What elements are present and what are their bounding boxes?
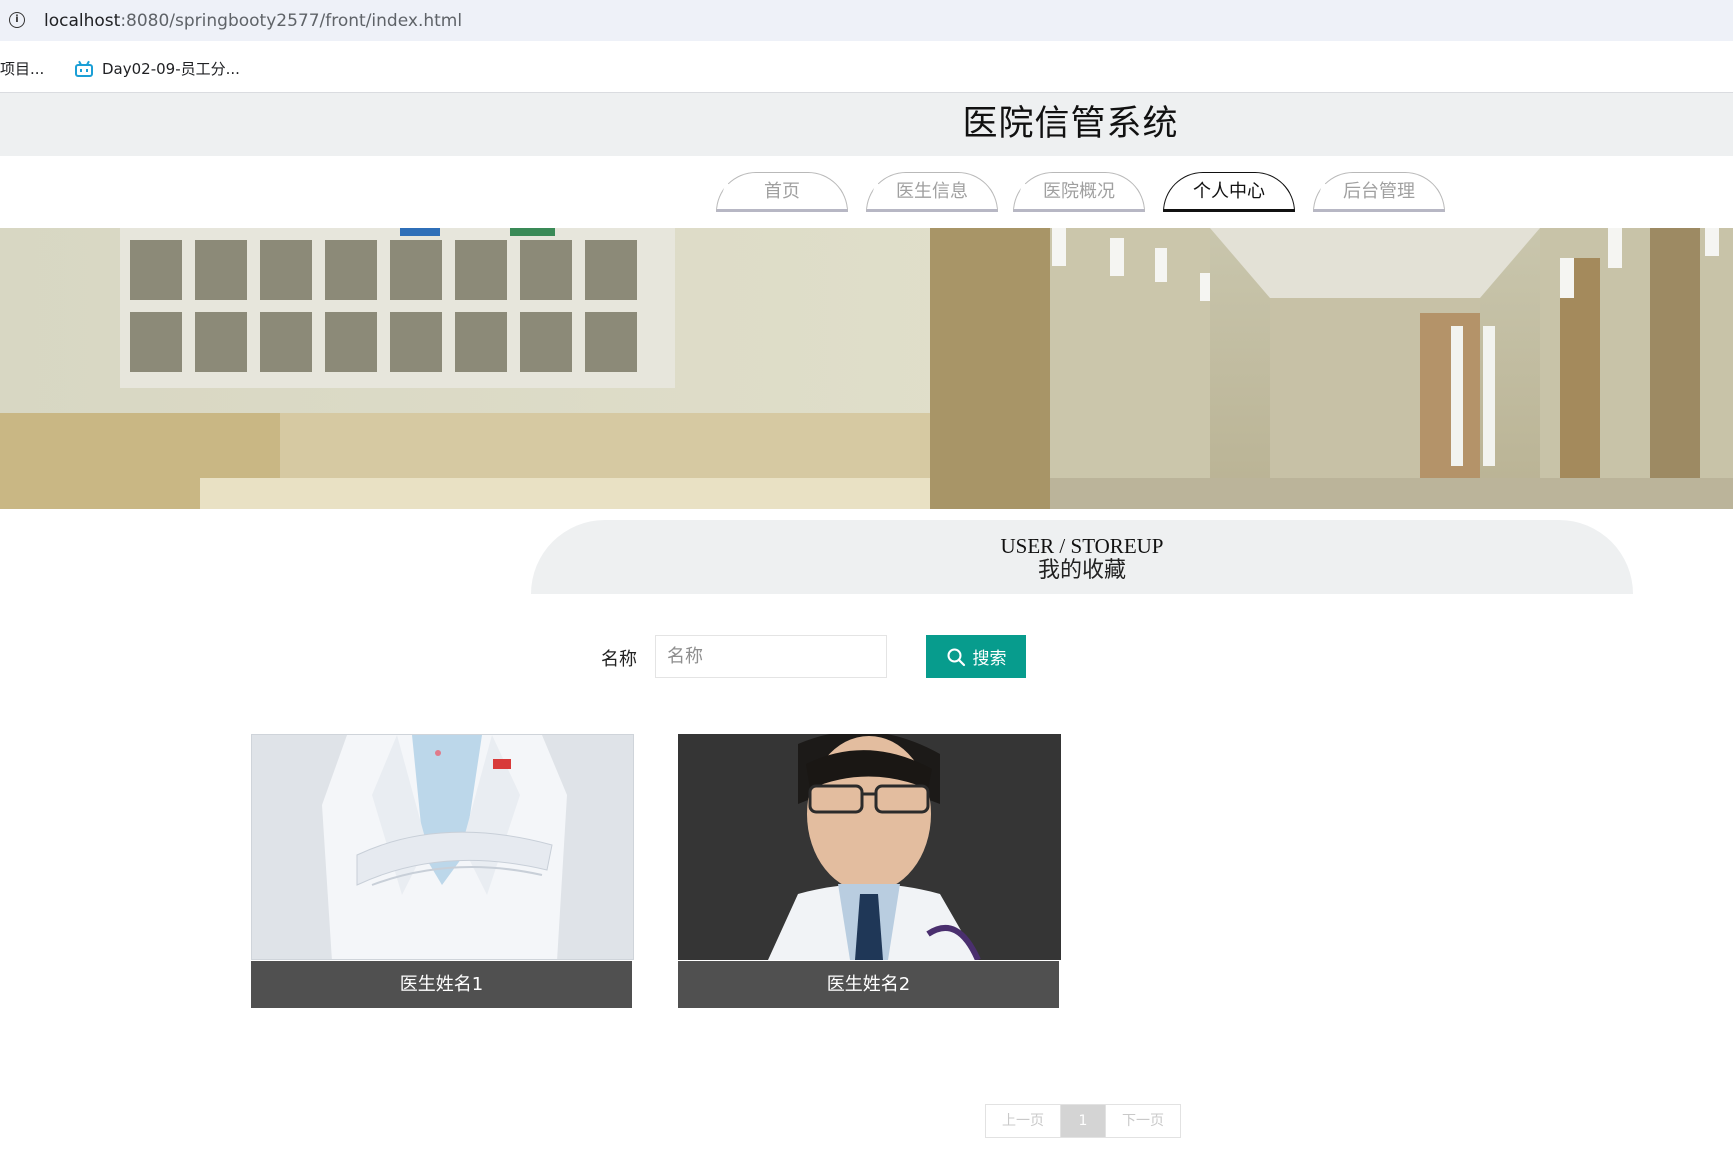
tab-home[interactable]: 首页 [716, 172, 848, 212]
info-icon[interactable]: i [9, 12, 25, 28]
section-title: USER / STOREUP 我的收藏 [531, 520, 1633, 594]
section-title-cn: 我的收藏 [1037, 558, 1126, 583]
bookmark-item[interactable]: Day02-09-员工分... [74, 58, 240, 79]
search-input[interactable] [655, 635, 887, 678]
bookmark-label: 项目... [0, 60, 45, 78]
next-page-button[interactable]: 下一页 [1106, 1105, 1180, 1137]
doctor-photo[interactable] [251, 734, 634, 960]
bookmark-label: Day02-09-员工分... [102, 60, 240, 78]
url-text[interactable]: localhost:8080/springbooty2577/front/ind… [44, 10, 462, 32]
tab-doctor-info[interactable]: 医生信息 [866, 172, 998, 212]
bookmark-item[interactable]: 项目... [0, 58, 44, 79]
search-button[interactable]: 搜索 [926, 635, 1026, 678]
bilibili-icon [74, 60, 94, 77]
tab-hospital-overview[interactable]: 医院概况 [1013, 172, 1145, 212]
pagination: 上一页 1 下一页 [985, 1104, 1181, 1138]
section-title-en: USER / STOREUP [1000, 534, 1164, 558]
prev-page-button[interactable]: 上一页 [986, 1105, 1060, 1137]
doctor-name[interactable]: 医生姓名2 [678, 961, 1059, 1008]
url-host: localhost [44, 11, 121, 31]
page-number[interactable]: 1 [1060, 1105, 1106, 1137]
banner-image [0, 228, 1733, 509]
site-title: 医院信管系统 [962, 104, 1179, 144]
doctor-card[interactable]: 医生姓名1 [251, 734, 634, 1008]
search-icon [947, 648, 965, 666]
bookmarks-bar: 项目... Day02-09-员工分... [0, 41, 1733, 93]
search-button-label: 搜索 [972, 649, 1007, 668]
doctor-photo[interactable] [678, 734, 1061, 960]
doctor-name[interactable]: 医生姓名1 [251, 961, 632, 1008]
search-label: 名称 [601, 649, 637, 670]
doctor-card[interactable]: 医生姓名2 [678, 734, 1061, 1008]
url-path: :8080/springbooty2577/front/index.html [120, 11, 463, 31]
tab-personal-center[interactable]: 个人中心 [1163, 172, 1295, 212]
tab-admin[interactable]: 后台管理 [1313, 172, 1445, 212]
